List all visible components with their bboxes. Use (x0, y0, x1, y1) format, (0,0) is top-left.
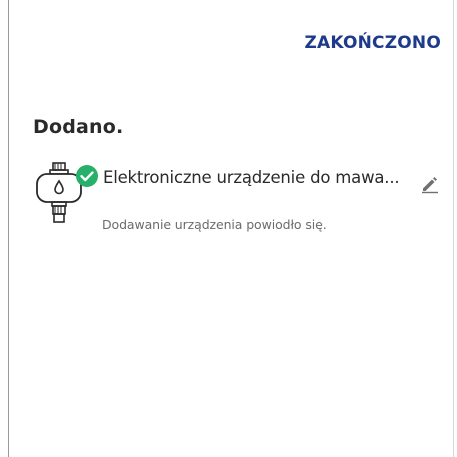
finish-button[interactable]: ZAKOŃCZONO (302, 29, 443, 57)
water-timer-icon (36, 162, 98, 223)
left-border (8, 0, 9, 457)
dialog-screen: ZAKOŃCZONO Dodano. Elektroniczne urządze… (0, 0, 457, 457)
check-circle-icon (76, 165, 98, 187)
page-title: Dodano. (33, 116, 124, 138)
right-border (453, 0, 454, 457)
status-message: Dodawanie urządzenia powiodło się. (102, 217, 327, 232)
pencil-icon[interactable] (419, 172, 441, 194)
device-name: Elektroniczne urządzenie do mawa... (103, 168, 400, 187)
